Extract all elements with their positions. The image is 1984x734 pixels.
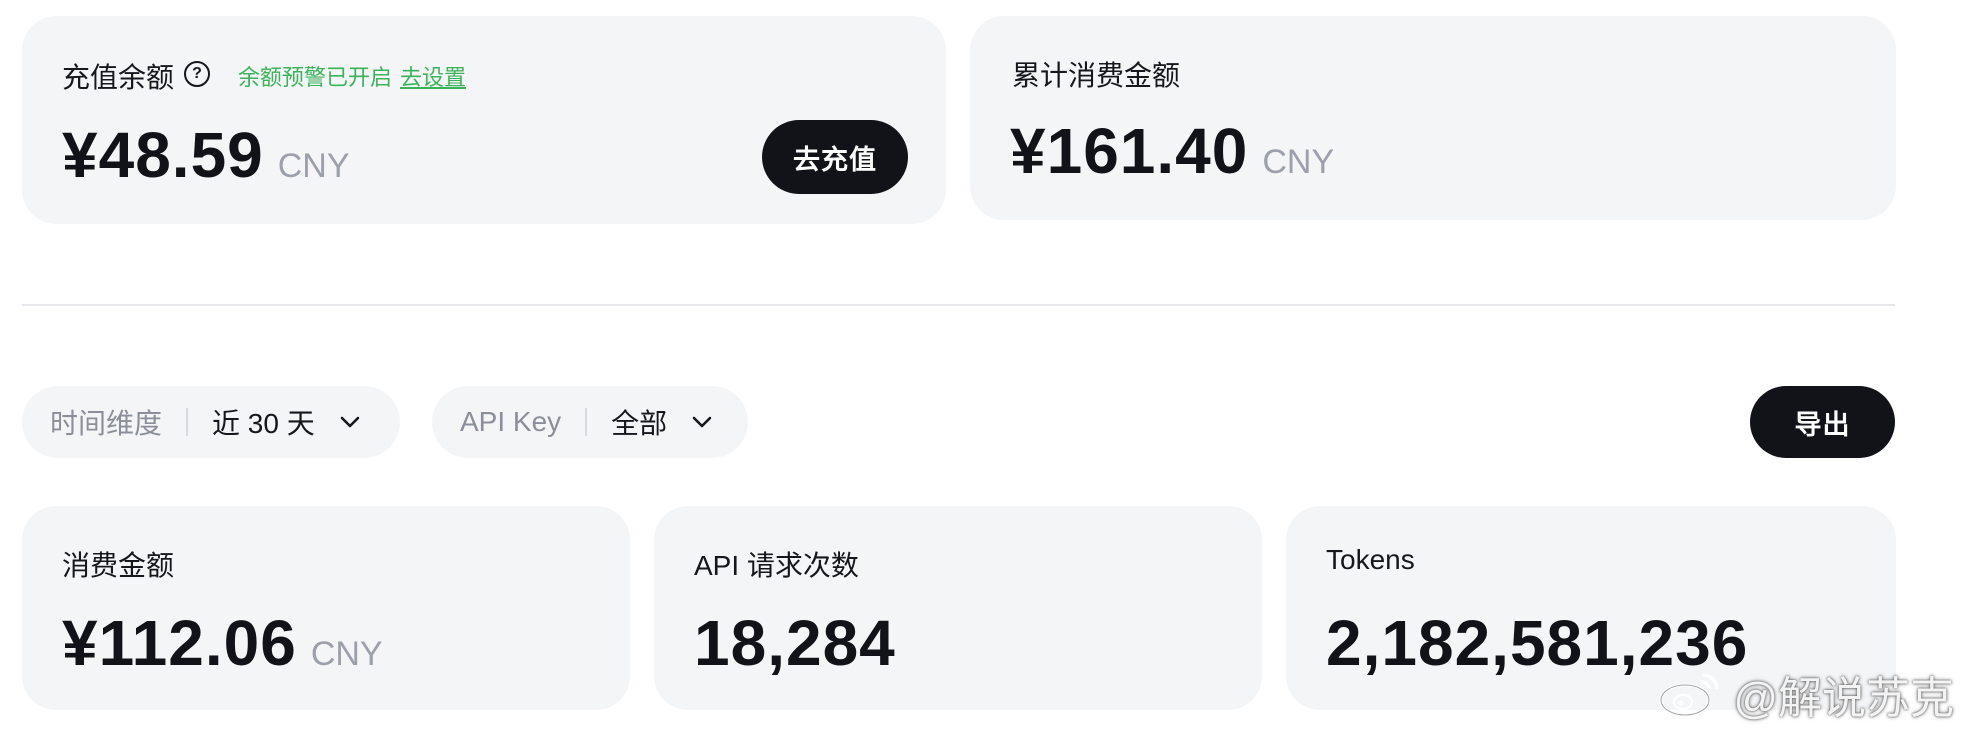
api-key-label: API Key xyxy=(460,406,562,437)
total-spend-amount-unit: CNY xyxy=(1262,143,1335,181)
balance-alert-status: 余额预警已开启 xyxy=(238,65,393,90)
time-range-label: 时间维度 xyxy=(50,408,163,439)
spend-stat-label: 消费金额 xyxy=(62,550,175,581)
total-spend-label: 累计消费金额 xyxy=(1012,60,1181,91)
balance-amount: ¥48.59 CNY xyxy=(62,118,350,192)
api-key-value: 全部 xyxy=(611,408,668,439)
section-divider xyxy=(22,304,1895,306)
total-spend-amount-value: ¥161.40 xyxy=(1010,115,1249,187)
help-icon[interactable]: ? xyxy=(184,61,211,87)
total-spend-card: 累计消费金额 ¥161.40 CNY xyxy=(970,16,1896,220)
balance-card: 充值余额? 余额预警已开启 去设置 ¥48.59 CNY 去充值 xyxy=(22,16,946,224)
spend-stat-unit: CNY xyxy=(310,635,383,673)
chevron-down-icon xyxy=(692,416,712,428)
filter-separator xyxy=(186,408,189,436)
filter-separator xyxy=(585,408,588,436)
recharge-button[interactable]: 去充值 xyxy=(762,120,908,194)
tokens-stat-label: Tokens xyxy=(1326,544,1415,575)
requests-stat-card: API 请求次数 18,284 xyxy=(654,506,1262,710)
spend-stat-value: ¥112.06 xyxy=(62,607,297,679)
balance-amount-unit: CNY xyxy=(277,147,350,185)
watermark-text: @解说苏克 xyxy=(1733,674,1954,723)
balance-amount-value: ¥48.59 xyxy=(62,119,264,191)
balance-label: 充值余额 xyxy=(62,62,175,93)
export-button[interactable]: 导出 xyxy=(1750,386,1895,458)
balance-card-header: 充值余额? 余额预警已开启 去设置 xyxy=(62,56,466,96)
total-spend-amount: ¥161.40 CNY xyxy=(1010,114,1334,188)
weibo-icon xyxy=(1659,673,1719,717)
time-range-value: 近 30 天 xyxy=(212,408,315,439)
requests-stat-amount: 18,284 xyxy=(694,606,896,680)
watermark: @解说苏克 xyxy=(1657,662,1954,726)
chevron-down-icon xyxy=(340,416,360,428)
requests-stat-value: 18,284 xyxy=(694,607,896,679)
time-range-filter[interactable]: 时间维度 近 30 天 xyxy=(22,386,400,458)
requests-stat-label: API 请求次数 xyxy=(694,550,859,581)
spend-stat-amount: ¥112.06 CNY xyxy=(62,606,383,680)
balance-alert-settings-link[interactable]: 去设置 xyxy=(400,65,466,90)
api-key-filter[interactable]: API Key 全部 xyxy=(432,386,748,458)
spend-stat-card: 消费金额 ¥112.06 CNY xyxy=(22,506,630,710)
